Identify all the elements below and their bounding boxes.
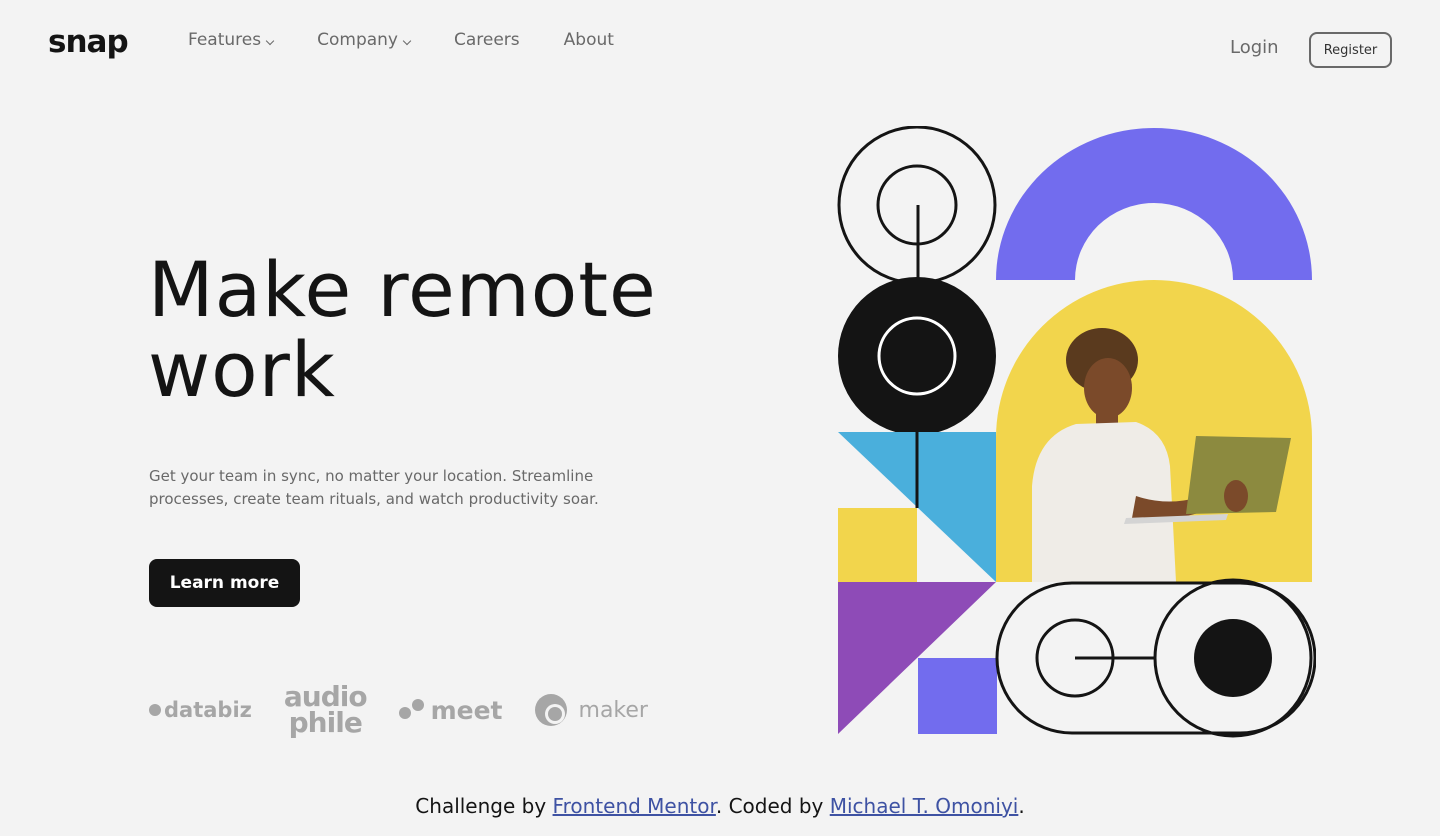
nav-about-label: About <box>563 30 614 50</box>
chevron-down-icon <box>265 36 275 46</box>
footer-middle: . Coded by <box>715 794 830 818</box>
nav-careers[interactable]: Careers <box>454 30 520 50</box>
learn-more-button[interactable]: Learn more <box>149 559 300 607</box>
nav-features-label: Features <box>188 30 262 50</box>
footer-attribution: Challenge by Frontend Mentor. Coded by M… <box>0 794 1440 818</box>
author-link[interactable]: Michael T. Omoniyi <box>830 794 1019 818</box>
purple-square-shape <box>918 658 997 734</box>
frontend-mentor-link[interactable]: Frontend Mentor <box>553 794 716 818</box>
logo[interactable]: snap <box>48 24 129 60</box>
nav-careers-label: Careers <box>453 30 520 50</box>
login-link[interactable]: Login <box>1230 37 1279 58</box>
register-button[interactable]: Register <box>1309 32 1392 68</box>
databiz-dot-icon <box>149 704 161 716</box>
black-circle-shape <box>838 277 996 435</box>
nav-features[interactable]: Features <box>188 30 275 50</box>
hero-description: Get your team in sync, no matter your lo… <box>149 467 599 508</box>
maker-icon <box>534 694 567 726</box>
client-logos: databiz audio phile meet maker <box>149 683 648 739</box>
chevron-down-icon <box>402 36 412 46</box>
audiophile-logo: audio phile <box>284 683 368 739</box>
audiophile-label-bottom: phile <box>288 706 363 739</box>
maker-label: maker <box>578 697 648 723</box>
hero-title-line1: Make remote <box>148 245 657 334</box>
main-nav: Features Company Careers About <box>188 30 658 50</box>
meet-label: meet <box>430 695 503 725</box>
footer-suffix: . <box>1018 794 1025 818</box>
databiz-logo: databiz <box>149 698 252 722</box>
meet-dots-icon <box>398 697 425 723</box>
meet-logo: meet <box>398 695 503 725</box>
yellow-square-shape <box>838 508 917 582</box>
hero-illustration <box>837 126 1316 738</box>
nav-company-label: Company <box>317 30 398 50</box>
maker-logo: maker <box>534 694 648 726</box>
footer-prefix: Challenge by <box>415 794 553 818</box>
hero-title: Make remote work <box>148 250 708 410</box>
purple-arch-shape <box>996 128 1312 280</box>
black-dot-shape <box>1194 619 1272 697</box>
nav-company[interactable]: Company <box>317 30 412 50</box>
hero-title-line2: work <box>148 325 336 414</box>
databiz-label: databiz <box>164 698 252 722</box>
nav-about[interactable]: About <box>564 30 614 50</box>
